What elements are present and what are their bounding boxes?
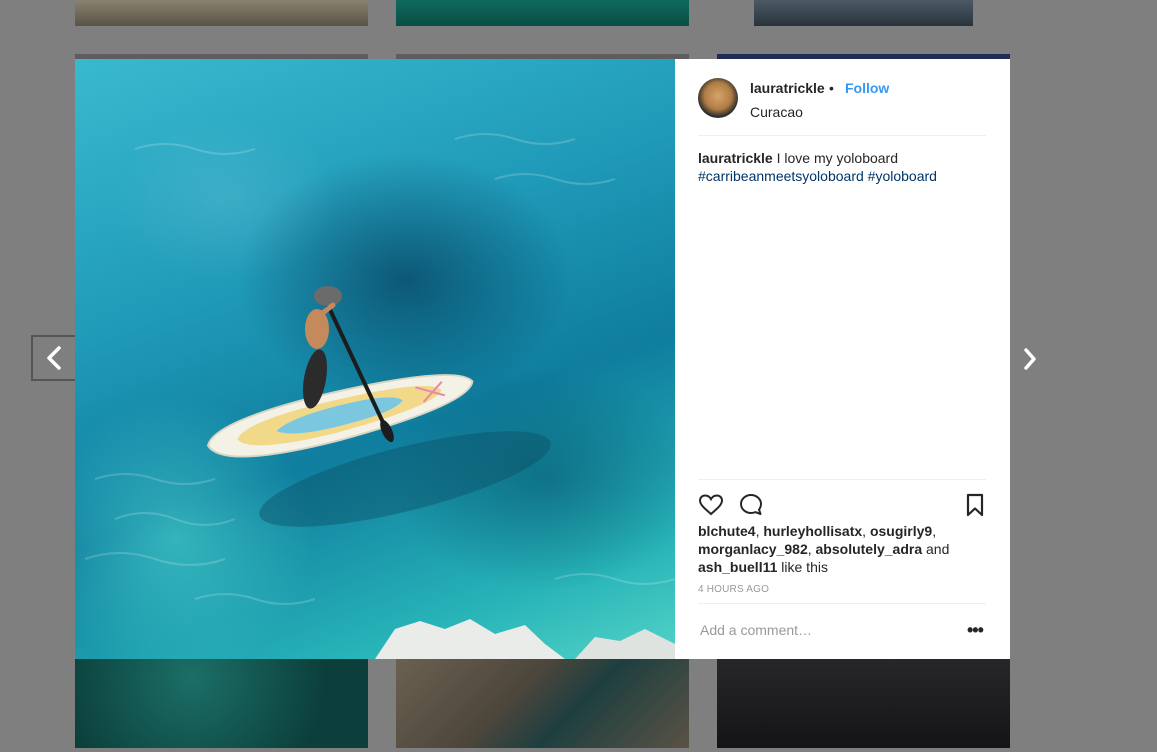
avatar[interactable] [698, 78, 738, 118]
author-username[interactable]: lauratrickle [750, 80, 825, 96]
post-location[interactable]: Curacao [750, 104, 803, 120]
post-modal: lauratrickle • Follow Curacao lauratrick… [75, 59, 1010, 659]
likes-suffix: like this [781, 559, 828, 575]
grid-thumbnail[interactable] [396, 0, 689, 26]
likes-summary: blchute4, hurleyhollisatx, osugirly9, mo… [698, 523, 950, 575]
next-post-button[interactable] [1018, 342, 1042, 376]
chevron-left-icon [47, 346, 61, 370]
comment-button[interactable] [738, 492, 764, 518]
follow-button[interactable]: Follow [845, 80, 889, 96]
comment-icon [740, 494, 762, 515]
separator-dot: • [829, 80, 834, 96]
post-header: lauratrickle • Follow Curacao [698, 77, 986, 136]
caption-text: I love my yoloboard [776, 150, 899, 166]
paddleboard-scene [84, 133, 675, 659]
like-button[interactable] [698, 492, 724, 518]
liker-username[interactable]: osugirly9 [870, 523, 932, 539]
bookmark-icon [966, 493, 984, 517]
comment-input[interactable] [700, 622, 940, 638]
heart-icon [698, 494, 724, 516]
liker-username[interactable]: ash_buell11 [698, 559, 777, 575]
hashtag-link[interactable]: #yoloboard [868, 168, 937, 184]
more-options-button[interactable]: ••• [967, 620, 984, 641]
post-caption: lauratrickle I love my yoloboard #carrib… [698, 149, 986, 185]
save-button[interactable] [962, 492, 988, 518]
previous-post-button[interactable] [31, 335, 77, 381]
post-photo[interactable] [75, 59, 675, 659]
likes-and-word: and [926, 541, 950, 557]
liker-username[interactable]: hurleyhollisatx [763, 523, 862, 539]
grid-thumbnail[interactable] [717, 659, 1010, 748]
grid-thumbnail[interactable] [75, 0, 368, 26]
liker-username[interactable]: morganlacy_982 [698, 541, 808, 557]
liker-username[interactable]: blchute4 [698, 523, 756, 539]
post-actions [698, 479, 986, 525]
post-timestamp[interactable]: 4 HOURS AGO [698, 584, 769, 595]
comment-bar: ••• [698, 603, 986, 660]
grid-thumbnail[interactable] [754, 0, 973, 26]
liker-username[interactable]: absolutely_adra [816, 541, 923, 557]
chevron-right-icon [1024, 348, 1036, 370]
grid-thumbnail[interactable] [396, 659, 689, 748]
hashtag-link[interactable]: #carribeanmeetsyoloboard [698, 168, 864, 184]
post-info-panel: lauratrickle • Follow Curacao lauratrick… [675, 59, 1010, 659]
caption-username[interactable]: lauratrickle [698, 150, 773, 166]
grid-thumbnail[interactable] [75, 659, 368, 748]
